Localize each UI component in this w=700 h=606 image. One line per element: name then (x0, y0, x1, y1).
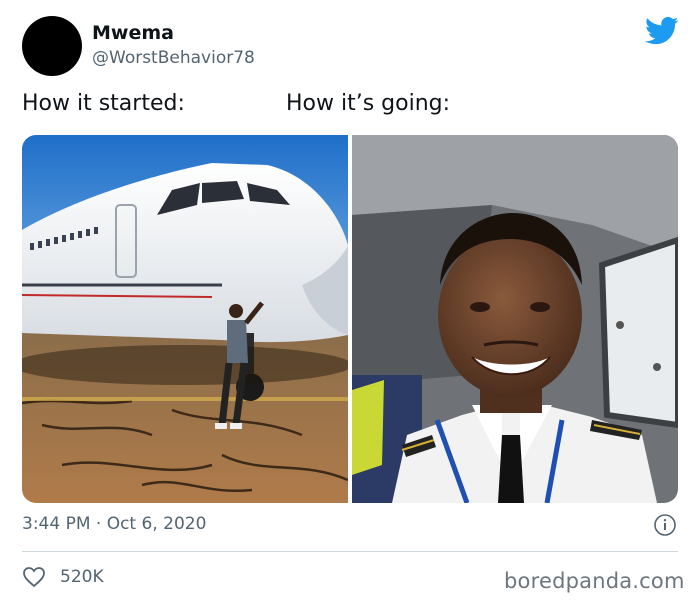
twitter-bird-icon[interactable] (645, 16, 679, 46)
divider (22, 551, 678, 552)
caption-how-it-started: How it started: (22, 91, 185, 116)
tweet-timestamp[interactable]: 3:44 PM · Oct 6, 2020 (22, 514, 206, 534)
info-icon[interactable] (653, 513, 677, 537)
pilot-selfie-photo[interactable] (352, 135, 678, 503)
heart-icon[interactable] (22, 566, 46, 588)
author-handle[interactable]: @WorstBehavior78 (92, 48, 255, 68)
avatar[interactable] (22, 16, 82, 76)
like-count[interactable]: 520K (60, 567, 104, 587)
tweet-card: Mwema @WorstBehavior78 How it started: H… (0, 0, 700, 606)
airplane-photo[interactable] (22, 135, 348, 503)
author-name[interactable]: Mwema (92, 22, 174, 44)
caption-how-its-going: How it’s going: (286, 91, 451, 116)
watermark: boredpanda.com (504, 569, 685, 593)
